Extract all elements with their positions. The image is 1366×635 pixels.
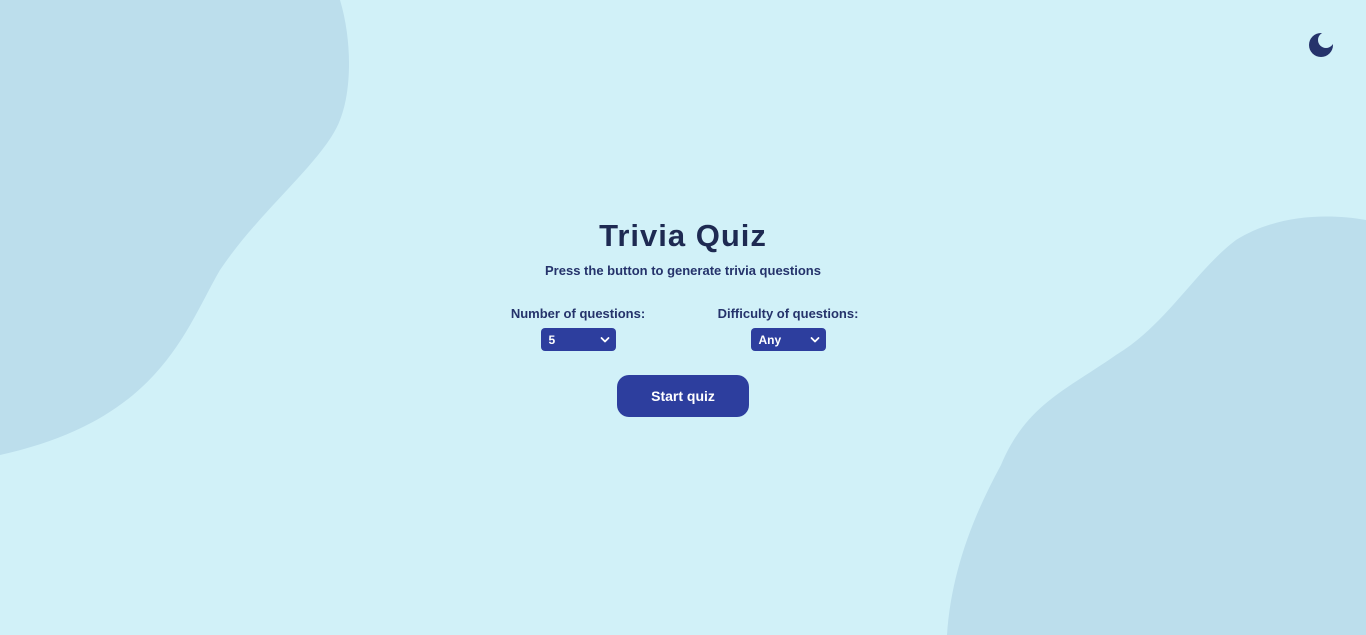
- chevron-down-icon: [810, 336, 819, 342]
- number-of-questions-select[interactable]: 5: [540, 328, 616, 351]
- quiz-setup: Trivia Quiz Press the button to generate…: [0, 0, 1366, 635]
- difficulty-select[interactable]: Any: [750, 328, 826, 351]
- page-subtitle: Press the button to generate trivia ques…: [545, 263, 821, 278]
- number-of-questions-field: Number of questions: 5: [500, 306, 656, 351]
- number-of-questions-label: Number of questions:: [510, 306, 646, 321]
- start-quiz-button[interactable]: Start quiz: [617, 375, 749, 417]
- difficulty-value: Any: [758, 332, 782, 347]
- difficulty-label: Difficulty of questions:: [717, 306, 859, 321]
- difficulty-field: Difficulty of questions: Any: [710, 306, 866, 351]
- number-of-questions-value: 5: [548, 332, 556, 347]
- page-title: Trivia Quiz: [599, 218, 767, 253]
- chevron-down-icon: [600, 336, 609, 342]
